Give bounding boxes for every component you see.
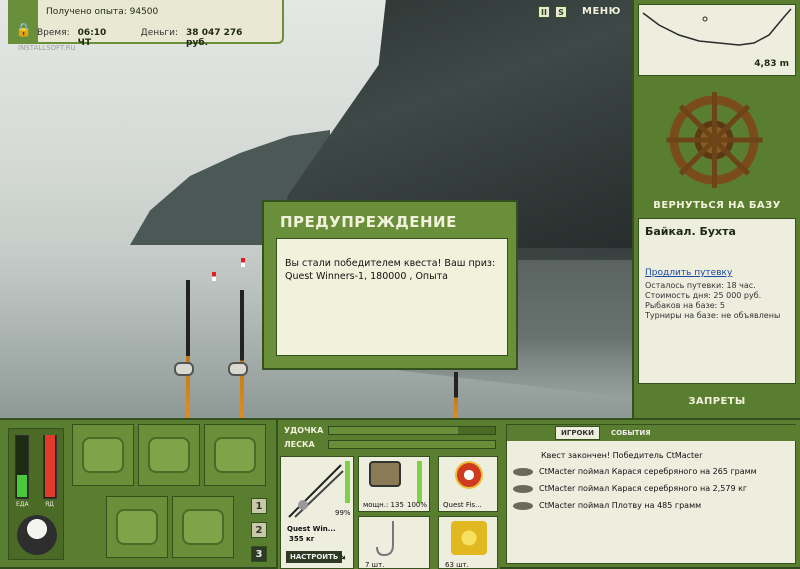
depth-value: 4,83 m [754, 59, 789, 69]
net-slot[interactable] [138, 424, 200, 486]
reel-icon [369, 461, 401, 487]
reel-icon [228, 362, 248, 376]
bucket-icon [182, 509, 224, 545]
day-cost: Стоимость дня: 25 000 руб. [645, 291, 762, 300]
rod-tension-label: УДОЧКА [284, 426, 324, 435]
sound-icon[interactable]: S [555, 6, 567, 18]
reel-durability-bar [417, 461, 422, 503]
base-info-panel: Байкал. Бухта Продлить путевку Осталось … [638, 218, 796, 384]
rod-tension-bar [328, 426, 496, 435]
location-title: Байкал. Бухта [645, 225, 736, 238]
setup-button[interactable]: НАСТРОИТЬ [286, 551, 343, 563]
hook-slot[interactable]: 7 шт. [358, 516, 430, 569]
fishers-count: Рыбаков на базе: 5 [645, 301, 725, 310]
ship-wheel-icon[interactable] [662, 88, 766, 192]
warning-dialog[interactable]: ПРЕДУПРЕЖДЕНИЕ Вы стали победителем квес… [262, 200, 518, 370]
hook-count: 7 шт. [365, 561, 385, 569]
lock-icon[interactable]: 🔒 [10, 0, 38, 44]
log-entry: Квест закончен! Победитель CtMacter [541, 451, 703, 460]
money-value: 38 047 276 руб. [186, 28, 243, 48]
status-meters: ЕДА ЯД [8, 428, 64, 560]
bait-count: 63 шт. [445, 561, 469, 569]
bag-icon [82, 437, 124, 473]
food-basket-slot[interactable] [106, 496, 168, 558]
money-label: Деньги: [140, 28, 179, 38]
line-slot[interactable]: Quest Fis... [438, 456, 498, 512]
top-controls: II S [538, 6, 567, 18]
tackle-panel: УДОЧКА ЛЕСКА 99% Quest Win... 355 кг НАС… [276, 420, 500, 569]
log-entry: CtMacter поймал Плотву на 485 грамм [513, 501, 701, 510]
log-tabs: ИГРОКИ СОБЫТИЯ [507, 425, 797, 441]
cooking-pot-icon[interactable] [17, 515, 57, 555]
bait-slot[interactable]: 63 шт. [438, 516, 498, 569]
extend-permit-link[interactable]: Продлить путевку [645, 268, 789, 278]
log-entry: CtMacter поймал Карася серебряного на 2,… [513, 484, 747, 493]
fishing-rod[interactable] [186, 280, 190, 418]
time-value: 06:10 ЧТ [77, 28, 107, 48]
tournaments-status: Турниры на базе: не объявлены [645, 311, 781, 320]
dialog-title: ПРЕДУПРЕЖДЕНИЕ [280, 213, 457, 231]
player-info-panel: 🔒 Получено опыта: 94500 Время: 06:10 ЧТ … [8, 0, 284, 48]
line-tension-label: ЛЕСКА [284, 440, 315, 449]
rod-weight: 355 кг [289, 535, 315, 543]
fish-icon [513, 501, 533, 510]
fish-icon [513, 484, 533, 493]
back-to-base-button[interactable]: ВЕРНУТЬСЯ НА БАЗУ [634, 200, 800, 211]
poison-label: ЯД [45, 501, 54, 508]
reel-durability: 100% [407, 501, 428, 509]
groundbait-slot[interactable] [204, 424, 266, 486]
bans-button[interactable]: ЗАПРЕТЫ [634, 396, 800, 407]
food-label: ЕДА [16, 501, 29, 508]
line-tension-bar [328, 440, 496, 449]
page-button-1[interactable]: 1 [251, 498, 267, 514]
groundbait-icon [214, 437, 256, 473]
net-icon [148, 437, 190, 473]
rod-durability-bar [345, 461, 350, 503]
rod-durability: 99% [335, 509, 351, 517]
page-button-2[interactable]: 2 [251, 522, 267, 538]
poison-meter [43, 435, 57, 499]
reel-slot[interactable]: мощн.: 135 100% [358, 456, 430, 512]
hook-icon [376, 521, 394, 557]
time-label: Время: [37, 28, 70, 38]
food-meter [15, 435, 29, 499]
dialog-message: Вы стали победителем квеста! Ваш приз: Q… [276, 238, 508, 356]
depth-map[interactable]: 4,83 m [638, 4, 796, 76]
rod-name: Quest Win... [287, 525, 336, 533]
float-icon[interactable] [212, 272, 216, 281]
right-panel: 4,83 m ВЕРНУТЬСЯ НА БАЗУ Байкал. Бухта П… [632, 0, 800, 418]
corn-bait-icon [451, 521, 487, 555]
tab-players[interactable]: ИГРОКИ [555, 426, 600, 440]
rod-slot[interactable]: 99% Quest Win... 355 кг НАСТРОИТЬ ➘ [280, 456, 354, 569]
vegetable-basket-icon [116, 509, 158, 545]
log-entry: CtMacter поймал Карася серебряного на 26… [513, 467, 757, 476]
float-icon[interactable] [241, 258, 245, 267]
page-button-3[interactable]: 3 [251, 546, 267, 562]
bucket-slot[interactable] [172, 496, 234, 558]
tab-events[interactable]: СОБЫТИЯ [606, 427, 656, 439]
experience-value: 94500 [129, 7, 159, 17]
menu-button[interactable]: МЕНЮ [582, 6, 621, 17]
event-log: ИГРОКИ СОБЫТИЯ Квест закончен! Победител… [506, 424, 797, 564]
experience-label: Получено опыта: [46, 7, 127, 17]
bag-slot[interactable] [72, 424, 134, 486]
arrow-icon[interactable]: ➘ [337, 549, 347, 563]
pause-icon[interactable]: II [538, 6, 550, 18]
permit-remaining: Осталось путевки: 18 час. [645, 281, 756, 290]
bottom-panel: ЕДА ЯД 1 2 3 УДОЧКА ЛЕСКА 99% Quest Win.… [0, 418, 800, 569]
line-spool-icon [455, 461, 483, 489]
fishing-rod[interactable] [454, 372, 458, 418]
reel-icon [174, 362, 194, 376]
reel-power: мощн.: 135 [363, 501, 404, 509]
fishing-rod[interactable] [240, 290, 244, 418]
fish-icon [513, 467, 533, 476]
line-name: Quest Fis... [443, 501, 482, 509]
